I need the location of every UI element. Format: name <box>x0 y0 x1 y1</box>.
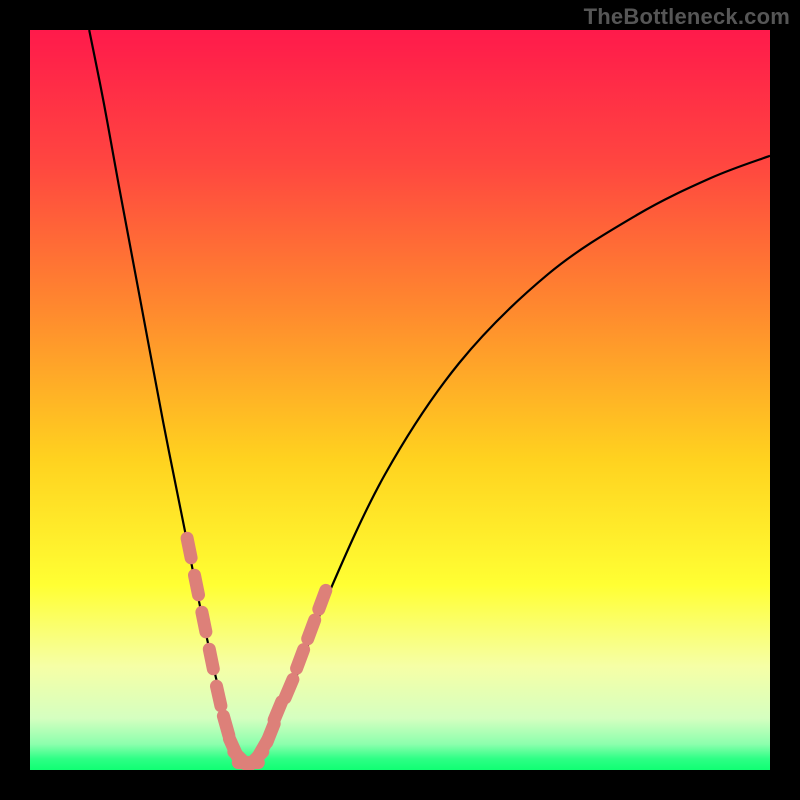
curve-layer <box>30 30 770 770</box>
highlight-dot <box>274 702 282 720</box>
highlight-dot <box>223 716 228 735</box>
highlight-dot <box>308 620 315 639</box>
highlight-dot <box>267 724 274 743</box>
highlight-dot <box>217 686 221 706</box>
highlight-dot <box>187 538 191 558</box>
plot-area <box>30 30 770 770</box>
highlight-dot <box>209 649 213 669</box>
highlight-dot <box>285 679 293 697</box>
outer-frame: TheBottleneck.com <box>0 0 800 800</box>
highlight-dot <box>202 612 206 632</box>
highlight-dot <box>195 575 199 595</box>
watermark-text: TheBottleneck.com <box>584 4 790 30</box>
highlight-dots <box>187 538 326 766</box>
highlight-dot <box>297 650 304 669</box>
bottleneck-curve <box>89 30 770 763</box>
highlight-dot <box>319 590 326 609</box>
